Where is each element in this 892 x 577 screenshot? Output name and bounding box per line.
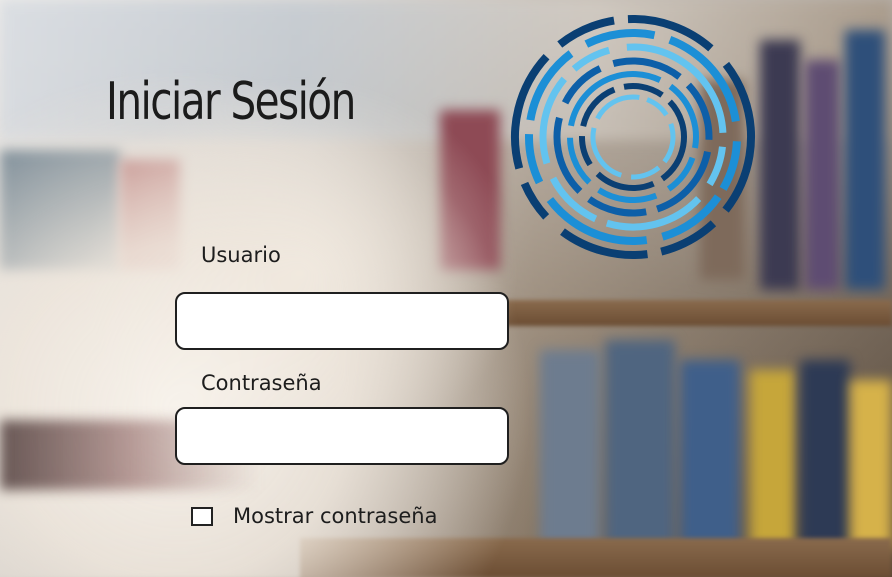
concentric-rings-logo bbox=[511, 15, 755, 259]
show-password-row[interactable]: Mostrar contraseña bbox=[191, 504, 437, 528]
page-title: Iniciar Sesión bbox=[106, 72, 356, 132]
show-password-checkbox[interactable] bbox=[191, 506, 213, 526]
username-label: Usuario bbox=[201, 243, 281, 267]
show-password-label[interactable]: Mostrar contraseña bbox=[233, 504, 437, 528]
username-input[interactable] bbox=[175, 292, 509, 350]
password-input[interactable] bbox=[175, 407, 509, 465]
password-label: Contraseña bbox=[201, 371, 322, 395]
